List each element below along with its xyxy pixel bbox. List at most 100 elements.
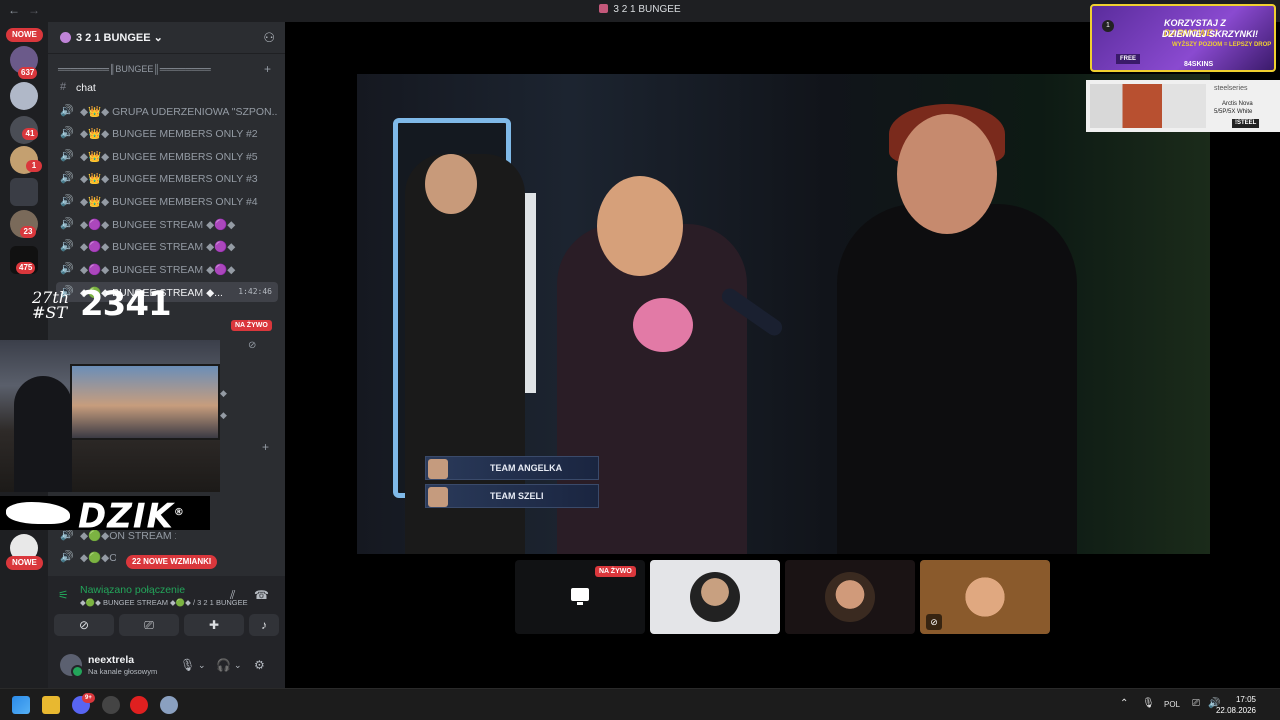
live-badge: NA ŻYWO — [595, 566, 636, 577]
channel-chat[interactable]: # chat — [56, 78, 278, 98]
stream-video[interactable]: TEAM ANGELKA TEAM SZELI — [357, 74, 1210, 554]
team-name: TEAM SZELI — [490, 491, 544, 501]
avatar[interactable] — [60, 654, 84, 678]
voice-channel[interactable]: 🔊 ◆👑◆ BUNGEE MEMBERS ONLY #2 — [56, 123, 278, 143]
connection-status[interactable]: Nawiązano połączenie — [80, 584, 185, 596]
settings-gear-icon[interactable] — [160, 696, 178, 714]
new-servers-pill-bottom[interactable]: NOWE — [6, 556, 43, 570]
speaker-icon: 🔊 — [60, 172, 74, 184]
server-badge-4: 23 — [20, 226, 36, 238]
channel-label: ◆👑◆ BUNGEE MEMBERS ONLY #4 — [80, 196, 258, 208]
server-icon-2[interactable] — [10, 82, 38, 110]
chevron-down-icon[interactable]: ⌄ — [234, 660, 242, 671]
opera-icon[interactable] — [130, 696, 148, 714]
participant-tile[interactable]: ⊘ — [920, 560, 1050, 634]
speaker-icon: 🔊 — [60, 240, 74, 252]
network-icon[interactable]: ⎚ — [1192, 698, 1200, 709]
disconnect-icon[interactable]: ☎ — [254, 588, 269, 602]
activities-button[interactable]: ✚ — [184, 614, 244, 636]
clock[interactable]: 17:05 22.08.2026 — [1216, 694, 1256, 716]
add-channel-icon[interactable]: + — [264, 62, 271, 76]
activities-icon: ✚ — [208, 618, 220, 632]
chevron-down-icon[interactable]: ⌄ — [198, 660, 206, 671]
speaker-icon: 🔊 — [60, 150, 74, 162]
username[interactable]: neextrela — [88, 654, 134, 666]
new-servers-pill-top[interactable]: NOWE — [6, 28, 43, 42]
team-card: TEAM ANGELKA — [425, 456, 599, 480]
team-name: TEAM ANGELKA — [490, 463, 563, 473]
speaker-icon: 🔊 — [60, 263, 74, 275]
voice-channel[interactable]: 🔊 ◆👑◆ BUNGEE MEMBERS ONLY #5 — [56, 146, 278, 166]
taskbar: 9+ ⌃ 🎙 POL ⎚ 🔊 17:05 22.08.2026 — [0, 688, 1280, 720]
stream-overlay: 27th #ST 2341 DZIK® — [0, 284, 222, 533]
camera-off-button[interactable]: ⊘ — [54, 614, 114, 636]
participant-tile[interactable] — [650, 560, 780, 634]
voice-channel[interactable]: 🔊 ◆👑◆ BUNGEE MEMBERS ONLY #4 — [56, 191, 278, 211]
jersey-logo — [633, 298, 693, 352]
user-status: Na kanale głosowym — [88, 667, 158, 676]
channel-label: ◆👑◆ GRUPA UDERZENIOWA "SZPON... — [80, 106, 278, 118]
boar-logo-icon — [6, 502, 70, 524]
connection-location[interactable]: ◆🟢◆ BUNGEE STREAM ◆🟢◆ / 3 2 1 BUNGEE — [80, 598, 248, 607]
speaker-icon: 🔊 — [60, 551, 74, 563]
add-member-icon[interactable]: ⚇ — [263, 30, 275, 46]
channel-label: ◆🟣◆ BUNGEE STREAM ◆🟣◆ — [80, 264, 236, 276]
server-header[interactable]: 3 2 1 BUNGEE ⌄ ⚇ — [48, 22, 285, 54]
stream-ads: 1 KORZYSTAJ Z DARMOWEJ DZIENNEJ SKRZYNKI… — [1086, 0, 1280, 132]
file-explorer-icon[interactable] — [42, 696, 60, 714]
voice-channel[interactable]: 🔊 ◆👑◆ GRUPA UDERZENIOWA "SZPON... — [56, 101, 278, 121]
signal-icon[interactable]: ⚟ — [58, 588, 69, 602]
channel-label: chat — [76, 82, 96, 94]
voice-channel[interactable]: 🔊 ◆🟣◆ BUNGEE STREAM ◆🟣◆ — [56, 236, 278, 256]
avatar — [960, 572, 1010, 622]
voice-channel[interactable]: 🔊 ◆🟣◆ BUNGEE STREAM ◆🟣◆ — [56, 259, 278, 279]
microphone-icon[interactable]: 🎙 — [180, 658, 195, 672]
tray-chevron-up-icon[interactable]: ⌃ — [1120, 698, 1128, 709]
server-badge-1: 637 — [18, 67, 38, 79]
ad-free-label: FREE — [1116, 54, 1141, 64]
noise-suppression-icon[interactable]: ⫽ — [230, 588, 235, 603]
channel-label: ◆👑◆ BUNGEE MEMBERS ONLY #3 — [80, 173, 258, 185]
input-language[interactable]: POL — [1164, 700, 1180, 709]
overlay-big-number: 2341 — [80, 284, 172, 324]
team-avatar — [428, 487, 448, 507]
app-icon[interactable] — [102, 696, 120, 714]
channel-label: ◆👑◆ BUNGEE MEMBERS ONLY #2 — [80, 128, 258, 140]
microphone-icon[interactable]: 🎙 — [1142, 698, 1155, 709]
speaker-icon: 🔊 — [60, 105, 74, 117]
speaker-icon: 🔊 — [60, 218, 74, 230]
soundboard-icon: ♪ — [261, 618, 267, 632]
soundboard-button[interactable]: ♪ — [249, 614, 279, 636]
voice-channel[interactable]: 🔊 ◆👑◆ BUNGEE MEMBERS ONLY #3 — [56, 168, 278, 188]
start-windows-icon[interactable] — [12, 696, 30, 714]
screen-share-button[interactable]: ⎚ — [119, 614, 179, 636]
channel-category[interactable]: ════════║BUNGEE║════════ + — [58, 62, 275, 78]
server-badge-3: 1 — [26, 160, 42, 172]
monitor-icon — [571, 588, 589, 605]
ad-banner-cases: 1 KORZYSTAJ Z DARMOWEJ DZIENNEJ SKRZYNKI… — [1090, 4, 1276, 72]
camera-off-icon: ⊘ — [78, 618, 90, 632]
live-badge: NA ŻYWO — [231, 320, 272, 331]
channel-label: ◆👑◆ BUNGEE MEMBERS ONLY #5 — [80, 151, 258, 163]
speaker-icon: 🔊 — [60, 127, 74, 139]
headphones-images — [1090, 84, 1206, 128]
hash-icon: # — [60, 81, 67, 93]
settings-gear-icon[interactable]: ⚙ — [254, 658, 265, 672]
server-name: 3 2 1 BUNGEE ⌄ — [76, 32, 163, 44]
add-channel-icon[interactable]: + — [262, 440, 269, 454]
mentions-pill[interactable]: 22 NOWE WZMIANKI — [126, 555, 218, 569]
participant-tile-screenshare[interactable]: NA ŻYWO — [515, 560, 645, 634]
voice-channel[interactable]: 🔊 ◆🟣◆ BUNGEE STREAM ◆🟣◆ — [56, 214, 278, 234]
voice-channel[interactable]: 🔊 ◆🟢◆ON — [56, 547, 116, 567]
folder-icon[interactable] — [10, 178, 38, 206]
call-duration: 1:42:46 — [238, 287, 272, 296]
ad-product: 5/5P/5X White — [1214, 109, 1253, 115]
headphones-icon[interactable]: 🎧 — [216, 658, 231, 672]
person-right — [837, 104, 1077, 554]
deafen-icon: ⊘ — [248, 340, 257, 351]
channel-label: ◆🟢◆ON — [80, 552, 116, 564]
ad-text: DZIENNEJ SKRZYNKI! — [1162, 29, 1259, 39]
participant-tile[interactable] — [785, 560, 915, 634]
avatar — [690, 572, 740, 622]
ad-brand: 84SKINS — [1184, 61, 1214, 68]
